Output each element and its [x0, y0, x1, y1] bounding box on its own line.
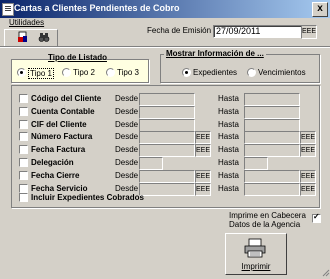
filter-desde-label: Desde	[115, 120, 139, 129]
cabecera-checkbox[interactable]	[312, 212, 321, 223]
tipo2-radio[interactable]	[62, 68, 71, 77]
tipo3-label: Tipo 3	[117, 68, 139, 77]
filter-hasta-label: Hasta	[218, 158, 239, 167]
filter-desde-label: Desde	[115, 132, 139, 141]
filter-desde-input[interactable]	[139, 183, 195, 196]
filter-hasta-input[interactable]	[244, 93, 300, 106]
filter-desde-label: Desde	[115, 94, 139, 103]
expedientes-label: Expedientes	[193, 68, 238, 77]
filter-hasta-label: Hasta	[218, 132, 239, 141]
tipo1-radio[interactable]	[17, 68, 26, 77]
filter-checkbox[interactable]	[19, 171, 28, 180]
filter-desde-input[interactable]	[139, 106, 195, 119]
filter-desde-label: Desde	[115, 171, 139, 180]
filter-checkbox[interactable]	[19, 94, 28, 103]
filter-desde-input[interactable]	[139, 131, 195, 144]
incluir-cobrados-checkbox[interactable]	[19, 193, 28, 202]
filter-hasta-input[interactable]	[244, 157, 268, 170]
filter-hasta-calendar-button[interactable]: EEE	[300, 170, 316, 183]
filter-checkbox[interactable]	[19, 184, 28, 193]
filter-label: CIF del Cliente	[31, 120, 87, 129]
tipo3-radio[interactable]	[106, 68, 115, 77]
fecha-emision-label: Fecha de Emisión	[147, 26, 212, 35]
expedientes-radio[interactable]	[182, 68, 191, 77]
filter-label: Fecha Cierre	[31, 171, 80, 180]
filter-hasta-input[interactable]	[244, 183, 300, 196]
filter-checkbox[interactable]	[19, 132, 28, 141]
filter-desde-label: Desde	[115, 184, 139, 193]
imprimir-label: Imprimir	[241, 262, 271, 271]
filter-hasta-calendar-button[interactable]: EEE	[300, 144, 316, 157]
filter-desde-calendar-button[interactable]: EEE	[195, 144, 211, 157]
resize-grip[interactable]	[322, 269, 330, 277]
title-bar: Cartas a Clientes Pendientes de Cobro x	[0, 0, 330, 18]
toolbar	[4, 29, 58, 47]
filter-hasta-label: Hasta	[218, 145, 239, 154]
menu-utilidades[interactable]: Utilidades	[9, 18, 44, 27]
filter-checkbox[interactable]	[19, 145, 28, 154]
vencimientos-radio[interactable]	[247, 68, 256, 77]
filter-label: Fecha Servicio	[31, 184, 88, 193]
fecha-emision-input[interactable]: 27/09/2011	[213, 25, 302, 38]
filter-hasta-input[interactable]	[244, 131, 300, 144]
filter-hasta-label: Hasta	[218, 94, 239, 103]
vencimientos-label: Vencimientos	[258, 68, 306, 77]
tipo-listado-title: Tipo de Listado	[48, 53, 107, 62]
filter-hasta-label: Hasta	[218, 171, 239, 180]
filter-desde-calendar-button[interactable]: EEE	[195, 183, 211, 196]
filter-desde-input[interactable]	[139, 144, 195, 157]
filter-label: Cuenta Contable	[31, 107, 95, 116]
filter-hasta-input[interactable]	[244, 170, 300, 183]
filter-hasta-input[interactable]	[244, 106, 300, 119]
filter-checkbox[interactable]	[19, 158, 28, 167]
tipo2-label: Tipo 2	[73, 68, 95, 77]
filter-label: Número Factura	[31, 132, 93, 141]
filter-label: Delegación	[31, 158, 74, 167]
close-icon: x	[317, 3, 323, 14]
filter-hasta-calendar-button[interactable]: EEE	[300, 183, 316, 196]
toolbar-separator	[0, 46, 330, 48]
filter-label: Código del Cliente	[31, 94, 102, 103]
filter-checkbox[interactable]	[19, 120, 28, 129]
cabecera-label-line2: Datos de la Agencia	[229, 220, 301, 229]
filter-desde-calendar-button[interactable]: EEE	[195, 131, 211, 144]
filter-hasta-calendar-button[interactable]: EEE	[300, 131, 316, 144]
filter-desde-label: Desde	[115, 107, 139, 116]
mostrar-info-title: Mostrar Información de ...	[164, 49, 266, 58]
filter-checkbox[interactable]	[19, 107, 28, 116]
printer-icon	[244, 238, 266, 258]
filter-hasta-input[interactable]	[244, 144, 300, 157]
fecha-emision-calendar-button[interactable]: EEE	[301, 25, 317, 39]
app-icon	[2, 3, 14, 16]
filter-label: Fecha Factura	[31, 145, 86, 154]
filter-hasta-label: Hasta	[218, 184, 239, 193]
filter-desde-input[interactable]	[139, 93, 195, 106]
cabecera-label-line1: Imprime en Cabecera	[229, 211, 306, 220]
window-title: Cartas a Clientes Pendientes de Cobro	[14, 3, 180, 13]
tipo1-label: Tipo 1	[28, 68, 54, 79]
binoculars-icon[interactable]	[36, 31, 52, 45]
incluir-cobrados-label: Incluir Expedientes Cobrados	[31, 193, 144, 202]
report-icon[interactable]	[15, 31, 31, 45]
filter-hasta-label: Hasta	[218, 120, 239, 129]
filter-desde-input[interactable]	[139, 157, 163, 170]
filter-desde-label: Desde	[115, 158, 139, 167]
filter-desde-label: Desde	[115, 145, 139, 154]
filter-hasta-label: Hasta	[218, 107, 239, 116]
filter-desde-input[interactable]	[139, 170, 195, 183]
filter-desde-calendar-button[interactable]: EEE	[195, 170, 211, 183]
close-button[interactable]: x	[312, 2, 328, 17]
imprimir-button[interactable]: Imprimir	[225, 233, 287, 275]
